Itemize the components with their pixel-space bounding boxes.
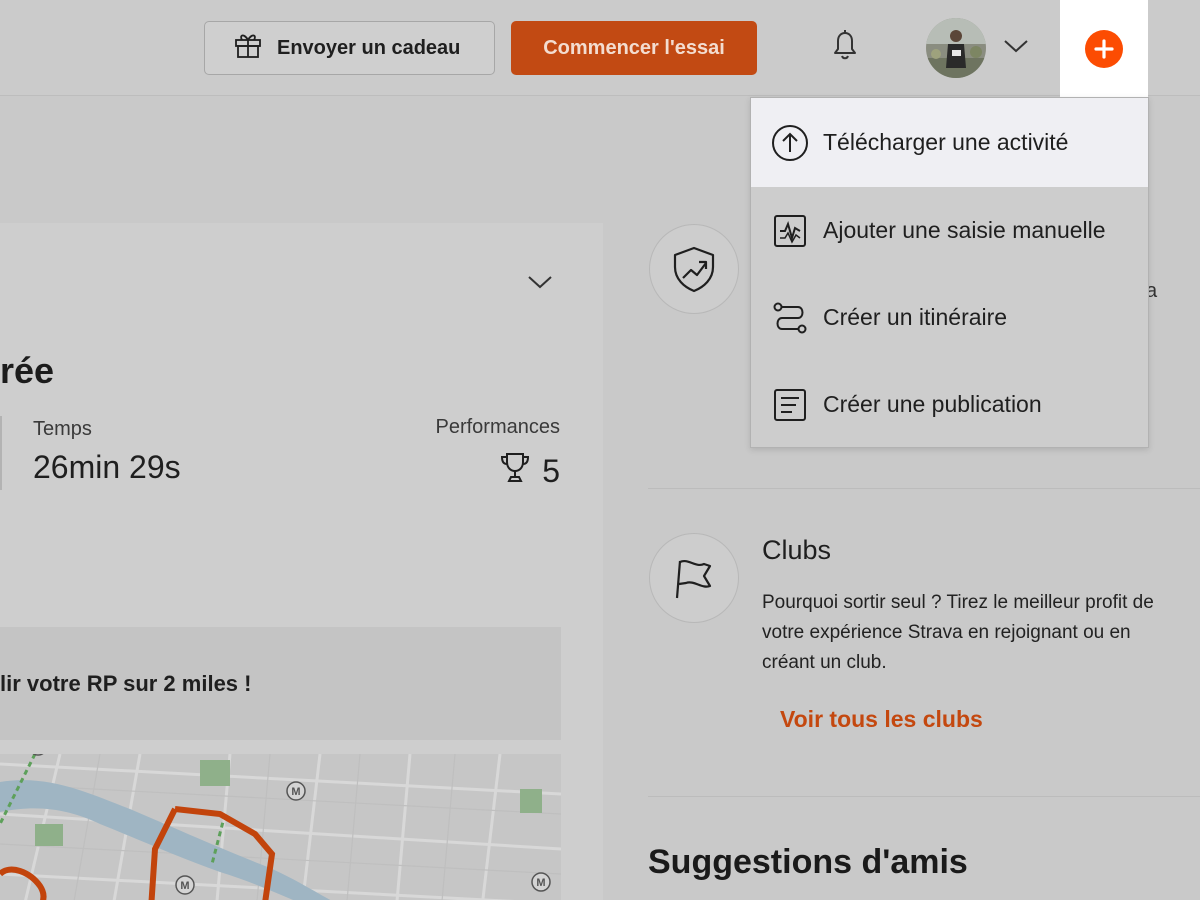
menu-item-label: Télécharger une activité — [823, 129, 1069, 155]
create-menu-tab — [1060, 0, 1148, 98]
friend-suggestions-title: Suggestions d'amis — [648, 843, 968, 881]
performance-count: 5 — [542, 452, 560, 489]
menu-item-create-route[interactable]: Créer un itinéraire — [751, 274, 1148, 361]
upload-icon — [771, 124, 809, 162]
svg-text:M: M — [291, 786, 300, 798]
time-label: Temps — [33, 418, 92, 440]
start-trial-label: Commencer l'essai — [543, 36, 725, 59]
menu-item-manual-entry[interactable]: Ajouter une saisie manuelle — [751, 187, 1148, 274]
clubs-description: Pourquoi sortir seul ? Tirez le meilleur… — [762, 592, 1154, 673]
menu-item-label: Ajouter une saisie manuelle — [823, 217, 1106, 243]
start-trial-button[interactable]: Commencer l'essai — [511, 21, 757, 75]
clubs-title: Clubs — [762, 535, 832, 565]
menu-item-upload-activity[interactable]: Télécharger une activité — [751, 98, 1148, 187]
personal-record-text: lir votre RP sur 2 miles ! — [0, 671, 252, 696]
activity-card: rée Temps 26min 29s Performances 5 lir v… — [0, 223, 603, 900]
performance-value-group: 5 — [498, 450, 560, 492]
chevron-down-icon[interactable] — [1002, 36, 1030, 56]
gift-icon — [233, 30, 263, 66]
personal-record-banner[interactable]: lir votre RP sur 2 miles ! — [0, 627, 561, 740]
route-icon — [771, 299, 809, 337]
activity-map[interactable]: M M M — [0, 754, 561, 900]
top-navigation-bar: Envoyer un cadeau Commencer l'essai — [0, 0, 1200, 98]
activity-title[interactable]: rée — [0, 350, 54, 392]
chevron-down-icon[interactable] — [526, 271, 554, 293]
view-all-clubs-link[interactable]: Voir tous les clubs — [780, 706, 983, 733]
menu-item-create-post[interactable]: Créer une publication — [751, 361, 1148, 448]
challenge-shield-icon — [649, 224, 739, 314]
svg-text:M: M — [180, 880, 189, 892]
time-value: 26min 29s — [33, 449, 181, 485]
svg-text:M: M — [536, 877, 545, 889]
create-dropdown-menu: Télécharger une activité Ajouter une sai… — [750, 97, 1149, 448]
section-divider — [648, 796, 1200, 797]
menu-item-label: Créer une publication — [823, 391, 1042, 417]
menu-item-label: Créer un itinéraire — [823, 304, 1008, 330]
post-icon — [771, 386, 809, 424]
section-divider — [648, 488, 1200, 489]
send-gift-button[interactable]: Envoyer un cadeau — [204, 21, 495, 75]
performance-label: Performances — [435, 416, 561, 438]
user-avatar[interactable] — [926, 18, 986, 78]
trophy-icon — [498, 450, 532, 492]
notifications-bell-icon[interactable] — [826, 26, 864, 64]
manual-entry-icon — [771, 212, 809, 250]
plus-icon[interactable] — [1085, 30, 1123, 68]
clubs-flag-icon — [649, 533, 739, 623]
stat-divider — [0, 416, 2, 490]
send-gift-label: Envoyer un cadeau — [277, 36, 461, 59]
